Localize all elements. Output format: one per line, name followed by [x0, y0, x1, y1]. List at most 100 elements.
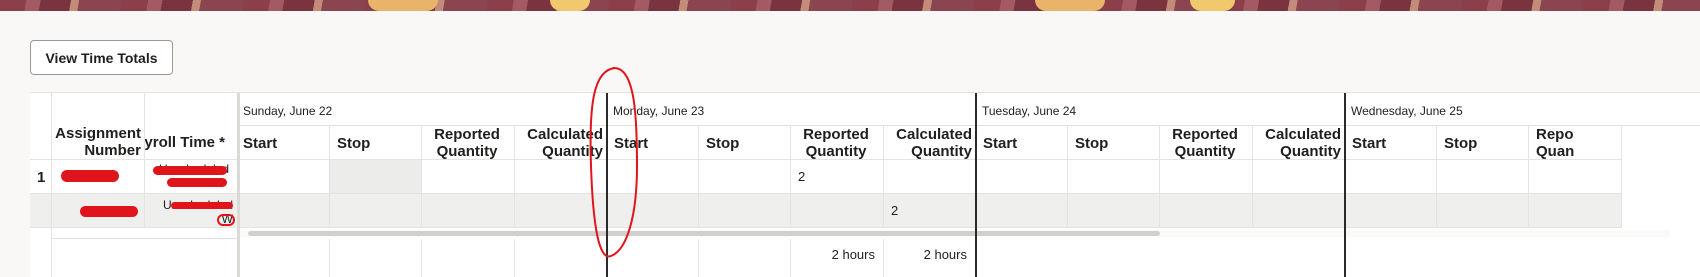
banner-decoration	[1035, 0, 1105, 11]
assignment-number-cell[interactable]	[52, 194, 145, 228]
totals-monday-reported: 2 hours	[791, 239, 884, 277]
assignment-number-label: Assignment Number	[55, 125, 141, 159]
calculated-header-label: Calculated Quantity	[1265, 126, 1341, 160]
time-type-cell[interactable]: Unscheduled W	[145, 194, 238, 228]
start-header-label: Start	[1352, 135, 1387, 152]
wednesday-start-cell[interactable]	[1345, 194, 1437, 228]
totals-sunday-reported	[422, 239, 515, 277]
tuesday-stop-cell[interactable]	[1068, 194, 1160, 228]
reported-header-label: Repo Quan	[1536, 126, 1575, 160]
wednesday-start-header: Start	[1345, 126, 1437, 160]
redaction-scribble	[167, 178, 227, 187]
calculated-header-label: Calculated Quantity	[896, 126, 972, 160]
monday-reported-header: Reported Quantity	[791, 126, 884, 160]
frozen-column-divider	[237, 93, 240, 277]
tuesday-start-cell[interactable]	[976, 160, 1068, 194]
sunday-start-header: Start	[238, 126, 330, 160]
payroll-time-type-label: Payroll Time *	[145, 134, 225, 151]
sunday-stop-header: Stop	[330, 126, 422, 160]
tuesday-start-cell[interactable]	[976, 194, 1068, 228]
banner-decoration	[1190, 0, 1235, 11]
wednesday-stop-cell[interactable]	[1437, 160, 1529, 194]
reported-header-label: Reported Quantity	[434, 126, 500, 160]
stop-header-label: Stop	[337, 135, 371, 152]
payroll-time-type-header: Payroll Time *	[145, 93, 238, 160]
tuesday-calculated-header: Calculated Quantity	[1253, 126, 1345, 160]
banner-decoration	[368, 0, 438, 11]
stop-header-label: Stop	[1075, 135, 1109, 152]
wednesday-stop-header: Stop	[1437, 126, 1529, 160]
tuesday-start-header: Start	[976, 126, 1068, 160]
tuesday-reported-cell[interactable]	[1160, 160, 1253, 194]
tuesday-calculated-cell	[1253, 194, 1345, 228]
frozen-columns-spacer	[52, 228, 238, 239]
assignment-number-cell[interactable]	[52, 160, 145, 194]
tuesday-stop-cell[interactable]	[1068, 160, 1160, 194]
header-banner	[0, 0, 1700, 11]
totals-monday-stop	[699, 239, 791, 277]
sunday-reported-cell[interactable]	[422, 160, 515, 194]
redaction-scribble	[217, 214, 235, 226]
day-header-wednesday: Wednesday, June 25	[1345, 93, 1700, 126]
stop-header-label: Stop	[706, 135, 740, 152]
horizontal-scrollbar-thumb[interactable]	[248, 231, 1160, 236]
assignment-number-header: Assignment Number	[52, 93, 145, 160]
wednesday-reported-cell[interactable]	[1529, 194, 1622, 228]
monday-calculated-cell: 2	[884, 194, 976, 228]
redaction-scribble	[61, 170, 119, 182]
annotation-stroke	[589, 66, 639, 258]
day-label: Tuesday, June 24	[982, 104, 1077, 118]
day-separator	[975, 93, 977, 277]
timecard-content: View Time Totals Assignment Number Payro…	[0, 11, 1700, 277]
day-header-monday: Monday, June 23	[607, 93, 976, 126]
monday-stop-cell[interactable]	[699, 160, 791, 194]
wednesday-stop-cell[interactable]	[1437, 194, 1529, 228]
redaction-scribble	[80, 206, 138, 217]
annotation-ellipse	[589, 66, 639, 258]
row-number-header	[30, 93, 52, 160]
redaction-scribble	[171, 202, 233, 209]
sunday-reported-header: Reported Quantity	[422, 126, 515, 160]
row-number: 1	[37, 169, 46, 186]
day-separator	[1344, 93, 1346, 277]
sunday-stop-cell	[330, 160, 422, 194]
totals-sunday-start	[238, 239, 330, 277]
monday-stop-cell[interactable]	[699, 194, 791, 228]
day-header-tuesday: Tuesday, June 24	[976, 93, 1345, 126]
sunday-start-cell[interactable]	[238, 160, 330, 194]
monday-calculated-header: Calculated Quantity	[884, 126, 976, 160]
wednesday-reported-cell[interactable]	[1529, 160, 1622, 194]
monday-stop-header: Stop	[699, 126, 791, 160]
row-number-cell	[30, 228, 52, 277]
sunday-start-cell[interactable]	[238, 194, 330, 228]
time-type-cell[interactable]: Unscheduled	[145, 160, 238, 194]
totals-monday-calculated: 2 hours	[884, 239, 976, 277]
total-reported-hours: 2 hours	[831, 247, 875, 262]
day-label: Wednesday, June 25	[1351, 104, 1463, 118]
monday-reported-cell[interactable]	[791, 194, 884, 228]
banner-decoration	[550, 0, 590, 11]
view-time-totals-button[interactable]: View Time Totals	[30, 40, 173, 75]
start-header-label: Start	[983, 135, 1018, 152]
timecard-grid: Assignment Number Payroll Time * Sunday,…	[30, 92, 1700, 277]
redaction-scribble	[153, 166, 227, 175]
start-header-label: Start	[243, 135, 278, 152]
reported-quantity-value: 2	[798, 169, 806, 184]
day-header-sunday: Sunday, June 22	[238, 93, 607, 126]
monday-reported-cell[interactable]: 2	[791, 160, 884, 194]
totals-sunday-stop	[330, 239, 422, 277]
sunday-stop-cell[interactable]	[330, 194, 422, 228]
tuesday-reported-header: Reported Quantity	[1160, 126, 1253, 160]
tuesday-reported-cell[interactable]	[1160, 194, 1253, 228]
calculated-quantity-value: 2	[891, 203, 899, 218]
row-number-cell: 1	[30, 160, 52, 194]
monday-calculated-cell	[884, 160, 976, 194]
stop-header-label: Stop	[1444, 135, 1478, 152]
sunday-reported-cell[interactable]	[422, 194, 515, 228]
wednesday-reported-header: Repo Quan	[1529, 126, 1622, 160]
wednesday-start-cell[interactable]	[1345, 160, 1437, 194]
day-label: Sunday, June 22	[243, 104, 333, 118]
tuesday-calculated-cell	[1253, 160, 1345, 194]
reported-header-label: Reported Quantity	[803, 126, 869, 160]
totals-frozen-cell	[52, 239, 238, 277]
